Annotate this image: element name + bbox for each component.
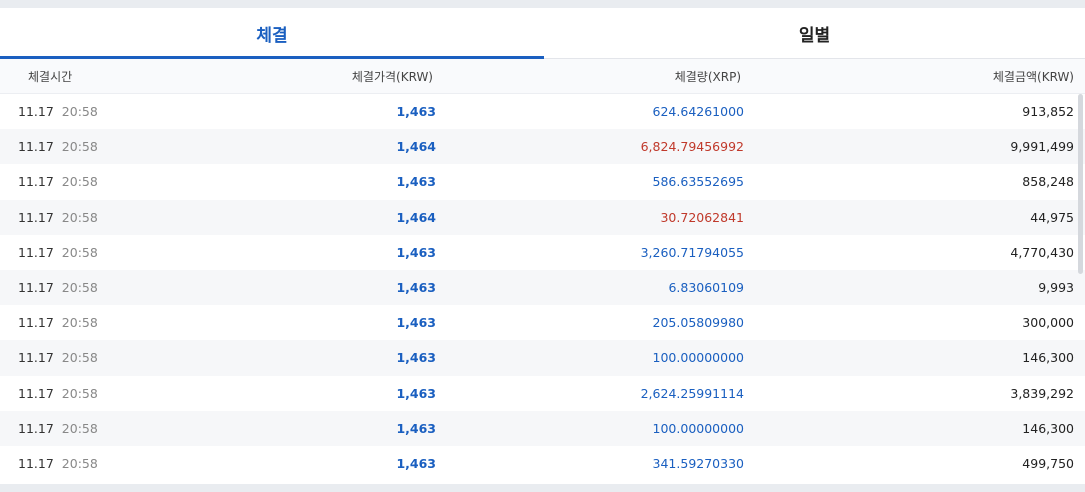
row-qty: 341.59270330 [652, 455, 744, 471]
row-qty: 6.83060109 [668, 280, 744, 296]
row-date: 11.17 [18, 139, 54, 155]
row-amount: 913,852 [1022, 104, 1074, 120]
row-price: 1,463 [396, 280, 436, 296]
row-amount: 858,248 [1022, 174, 1074, 190]
scrollbar[interactable] [1078, 94, 1083, 274]
row-time: 20:58 [61, 385, 98, 401]
row-amount: 9,991,499 [1010, 139, 1074, 155]
table-row: 11.17 20:58 1,463 100.00000000 146,300 [0, 410, 1085, 446]
table-row: 11.17 20:58 1,463 100.00000000 146,300 [0, 340, 1085, 376]
header-price: 체결가격(KRW) [351, 69, 433, 84]
row-amount: 3,839,292 [1010, 385, 1074, 401]
header-time: 체결시간 [28, 69, 73, 84]
row-datetime: 11.17 20:58 [0, 456, 180, 471]
header-qty: 체결량(XRP) [674, 69, 741, 84]
tab-bar: 체결 일별 [0, 8, 1085, 59]
trade-history-panel: 체결 일별 체결시간 체결가격(KRW) 체결량(XRP) 체결금액(KRW) … [0, 8, 1085, 484]
row-date: 11.17 [18, 104, 54, 120]
row-date: 11.17 [18, 315, 54, 331]
row-price: 1,464 [396, 139, 436, 155]
table-row: 11.17 20:58 1,463 624.64261000 913,852 [0, 94, 1085, 129]
row-price: 1,463 [396, 315, 436, 331]
row-amount: 44,975 [1030, 209, 1074, 225]
row-date: 11.17 [18, 174, 54, 190]
table-row: 11.17 20:58 1,464 30.72062841 44,975 [0, 199, 1085, 235]
row-price: 1,463 [396, 104, 436, 120]
tab-trades[interactable]: 체결 [0, 8, 544, 59]
row-time: 20:58 [61, 455, 98, 471]
tab-daily[interactable]: 일별 [544, 8, 1085, 58]
row-qty: 30.72062841 [660, 209, 744, 225]
header-amount: 체결금액(KRW) [992, 69, 1074, 84]
row-qty: 100.00000000 [652, 350, 744, 366]
table-row: 11.17 20:58 1,463 341.59270330 499,750 [0, 446, 1085, 481]
row-time: 20:58 [61, 139, 98, 155]
row-amount: 499,750 [1022, 455, 1074, 471]
table-row: 11.17 20:58 1,463 6.83060109 9,993 [0, 269, 1085, 306]
row-date: 11.17 [18, 244, 54, 260]
row-datetime: 11.17 20:58 [0, 315, 180, 330]
row-qty: 205.05809980 [652, 315, 744, 331]
row-datetime: 11.17 20:58 [0, 280, 180, 295]
row-date: 11.17 [18, 350, 54, 366]
row-time: 20:58 [61, 244, 98, 260]
row-amount: 146,300 [1022, 350, 1074, 366]
row-price: 1,463 [396, 455, 436, 471]
table-row: 11.17 20:58 1,463 2,624.25991114 3,839,292 [0, 376, 1085, 411]
row-qty: 6,824.79456992 [640, 139, 744, 155]
row-qty: 624.64261000 [652, 104, 744, 120]
table-header: 체결시간 체결가격(KRW) 체결량(XRP) 체결금액(KRW) [0, 59, 1085, 94]
row-amount: 9,993 [1038, 280, 1074, 296]
row-amount: 146,300 [1022, 420, 1074, 436]
row-datetime: 11.17 20:58 [0, 104, 180, 119]
row-date: 11.17 [18, 280, 54, 296]
table-row: 11.17 20:58 1,463 205.05809980 300,000 [0, 305, 1085, 340]
trade-list: 11.17 20:58 1,463 624.64261000 913,852 11.17 2… [0, 94, 1085, 481]
table-row: 11.17 20:58 1,464 6,824.79456992 9,991,499 [0, 129, 1085, 165]
row-datetime: 11.17 20:58 [0, 421, 180, 436]
row-price: 1,463 [396, 385, 436, 401]
row-datetime: 11.17 20:58 [0, 350, 180, 365]
row-amount: 300,000 [1022, 315, 1074, 331]
row-amount: 4,770,430 [1010, 244, 1074, 260]
row-datetime: 11.17 20:58 [0, 139, 180, 154]
row-time: 20:58 [61, 104, 98, 120]
row-time: 20:58 [61, 280, 98, 296]
row-price: 1,463 [396, 244, 436, 260]
row-qty: 100.00000000 [652, 420, 744, 436]
row-date: 11.17 [18, 455, 54, 471]
row-price: 1,463 [396, 174, 436, 190]
row-time: 20:58 [61, 174, 98, 190]
row-time: 20:58 [61, 315, 98, 331]
row-datetime: 11.17 20:58 [0, 210, 180, 225]
row-date: 11.17 [18, 385, 54, 401]
table-row: 11.17 20:58 1,463 3,260.71794055 4,770,430 [0, 235, 1085, 270]
row-date: 11.17 [18, 209, 54, 225]
row-time: 20:58 [61, 420, 98, 436]
row-qty: 586.63552695 [652, 174, 744, 190]
row-time: 20:58 [61, 350, 98, 366]
row-datetime: 11.17 20:58 [0, 386, 180, 401]
row-datetime: 11.17 20:58 [0, 174, 180, 189]
row-time: 20:58 [61, 209, 98, 225]
row-price: 1,464 [396, 209, 436, 225]
table-row: 11.17 20:58 1,463 586.63552695 858,248 [0, 164, 1085, 199]
row-qty: 2,624.25991114 [640, 385, 744, 401]
row-datetime: 11.17 20:58 [0, 245, 180, 260]
row-date: 11.17 [18, 420, 54, 436]
row-price: 1,463 [396, 350, 436, 366]
row-price: 1,463 [396, 420, 436, 436]
row-qty: 3,260.71794055 [640, 244, 744, 260]
